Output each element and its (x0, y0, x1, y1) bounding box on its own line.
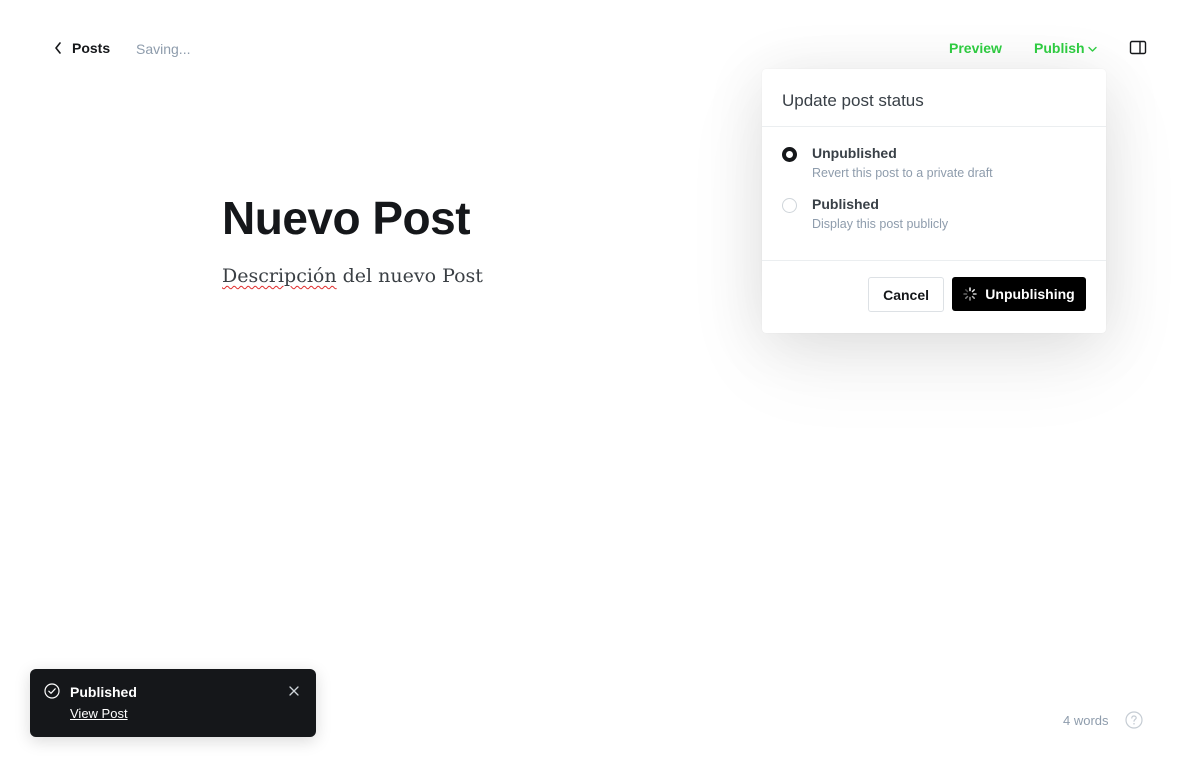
unpublish-label: Unpublishing (985, 286, 1075, 302)
word-count: 4 words (1063, 713, 1109, 728)
popover-actions: Cancel Unpublishing (762, 261, 1106, 312)
option-description: Revert this post to a private draft (812, 166, 993, 180)
editor-page: Posts Saving... Preview Publish Nuevo Po… (0, 0, 1184, 767)
misspelled-word: Descripción (222, 265, 337, 287)
view-post-link[interactable]: View Post (70, 706, 128, 721)
chevron-left-icon (54, 39, 64, 57)
popover-title: Update post status (762, 69, 1106, 127)
save-status: Saving... (136, 41, 191, 57)
radio-unpublished[interactable] (782, 147, 797, 162)
chevron-down-icon (1087, 40, 1097, 56)
question-circle-icon[interactable] (1125, 711, 1143, 729)
publish-label: Publish (1034, 40, 1085, 56)
spinner-icon (963, 287, 978, 301)
option-unpublished[interactable]: Unpublished Revert this post to a privat… (782, 145, 1086, 180)
status-options: Unpublished Revert this post to a privat… (762, 127, 1106, 261)
option-title: Unpublished (812, 145, 897, 161)
unpublish-button[interactable]: Unpublishing (952, 277, 1086, 311)
sidebar-toggle-icon[interactable] (1129, 39, 1147, 57)
post-title[interactable]: Nuevo Post (222, 192, 471, 244)
publish-menu-button[interactable]: Publish (1034, 40, 1097, 56)
preview-button[interactable]: Preview (949, 40, 1002, 56)
back-label: Posts (72, 40, 111, 56)
notification-toast: Published View Post (30, 669, 316, 737)
post-excerpt[interactable]: Descripción del nuevo Post (222, 265, 483, 287)
radio-published[interactable] (782, 198, 797, 213)
excerpt-text: del nuevo Post (336, 265, 483, 287)
option-title: Published (812, 196, 879, 212)
cancel-button[interactable]: Cancel (868, 277, 944, 312)
back-to-posts-link[interactable]: Posts (54, 39, 110, 57)
option-published[interactable]: Published Display this post publicly (782, 196, 1086, 231)
toast-title: Published (70, 684, 137, 700)
check-circle-icon (44, 683, 60, 699)
close-icon[interactable] (288, 684, 300, 696)
option-description: Display this post publicly (812, 217, 949, 231)
post-status-popover: Update post status Unpublished Revert th… (762, 69, 1106, 333)
